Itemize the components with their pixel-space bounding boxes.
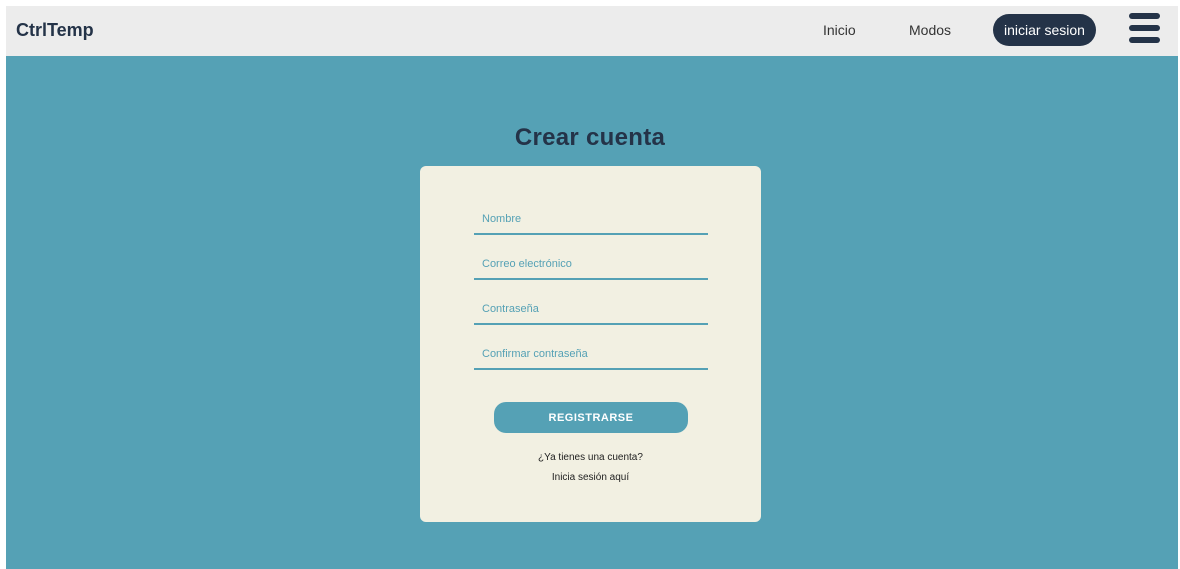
menu-bar xyxy=(1129,13,1160,19)
nav-link-inicio[interactable]: Inicio xyxy=(823,22,856,38)
menu-bar xyxy=(1129,25,1160,31)
brand-logo[interactable]: CtrlTemp xyxy=(16,20,94,41)
hamburger-menu-icon[interactable] xyxy=(1129,13,1160,43)
password-field[interactable] xyxy=(474,299,708,325)
name-field[interactable] xyxy=(474,209,708,235)
menu-bar xyxy=(1129,37,1160,43)
nav-link-modos[interactable]: Modos xyxy=(909,22,951,38)
register-button[interactable]: REGISTRARSE xyxy=(494,402,688,433)
login-button[interactable]: iniciar sesion xyxy=(993,14,1096,46)
have-account-text: ¿Ya tienes una cuenta? xyxy=(538,452,643,463)
navbar: CtrlTemp Inicio Modos iniciar sesion xyxy=(6,6,1178,56)
register-card: REGISTRARSE ¿Ya tienes una cuenta? Inici… xyxy=(420,166,761,522)
login-link[interactable]: Inicia sesión aquí xyxy=(420,472,761,483)
confirm-password-field[interactable] xyxy=(474,344,708,370)
email-field[interactable] xyxy=(474,254,708,280)
page-title: Crear cuenta xyxy=(514,124,666,151)
